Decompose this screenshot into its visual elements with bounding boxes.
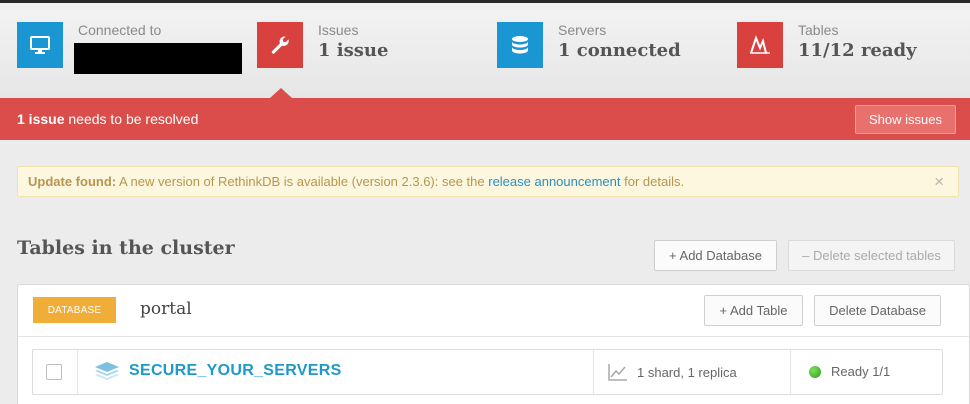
row-separator: [77, 350, 78, 394]
stat-issues[interactable]: Issues 1 issue: [257, 22, 487, 72]
wrench-icon: [257, 22, 303, 68]
table-shards-info: 1 shard, 1 replica: [637, 365, 737, 380]
stat-tables-value: 11/12 ready: [798, 40, 917, 61]
database-divider: [18, 336, 969, 337]
table-status: Ready 1/1: [831, 364, 891, 379]
line-chart-icon: [608, 363, 628, 386]
cluster-stats-bar: Connected to Issues 1 issue Servers 1 co…: [0, 3, 970, 98]
issue-banner: 1 issue needs to be resolved Show issues: [0, 98, 970, 140]
release-announcement-link[interactable]: release announcement: [488, 174, 620, 189]
stat-tables-label: Tables: [798, 22, 839, 38]
table-name-link[interactable]: SECURE_YOUR_SERVERS: [129, 362, 342, 380]
redacted-hostname: [74, 43, 242, 74]
table-row[interactable]: SECURE_YOUR_SERVERS 1 shard, 1 replica R…: [32, 349, 943, 395]
issue-count: 1 issue: [17, 111, 65, 127]
stat-connection: Connected to: [17, 22, 247, 74]
database-name[interactable]: portal: [140, 299, 192, 319]
issues-pointer-arrow: [270, 88, 292, 98]
database-badge: DATABASE: [33, 297, 116, 323]
database-icon: [497, 22, 543, 68]
monitor-icon: [17, 22, 63, 68]
add-database-button[interactable]: + Add Database: [654, 240, 777, 271]
update-alert-tail: for details.: [620, 174, 685, 189]
add-table-button[interactable]: + Add Table: [704, 295, 803, 326]
show-issues-button[interactable]: Show issues: [855, 105, 956, 134]
table-select-checkbox[interactable]: [46, 364, 62, 380]
status-ready-icon: [809, 366, 821, 378]
delete-database-button[interactable]: Delete Database: [814, 295, 941, 326]
delete-selected-tables-button[interactable]: – Delete selected tables: [788, 240, 955, 271]
update-alert: Update found: A new version of RethinkDB…: [17, 166, 959, 197]
page-title: Tables in the cluster: [17, 237, 235, 259]
stat-servers-value: 1 connected: [558, 40, 681, 61]
update-alert-text: Update found: A new version of RethinkDB…: [28, 174, 684, 189]
row-separator: [593, 350, 594, 394]
row-separator: [790, 350, 791, 394]
update-alert-title: Update found:: [28, 174, 117, 189]
stat-servers-label: Servers: [558, 22, 607, 38]
stat-issues-value: 1 issue: [318, 40, 389, 61]
close-icon[interactable]: ×: [934, 172, 944, 192]
stat-issues-label: Issues: [318, 22, 359, 38]
stat-servers[interactable]: Servers 1 connected: [497, 22, 727, 72]
stat-tables[interactable]: Tables 11/12 ready: [737, 22, 967, 72]
update-alert-body: A new version of RethinkDB is available …: [116, 174, 489, 189]
stat-connection-label: Connected to: [78, 22, 162, 38]
layers-icon: [94, 361, 120, 388]
issue-message: 1 issue needs to be resolved: [17, 111, 198, 127]
issue-message-text: needs to be resolved: [64, 111, 199, 127]
table-status-icon: [737, 22, 783, 68]
